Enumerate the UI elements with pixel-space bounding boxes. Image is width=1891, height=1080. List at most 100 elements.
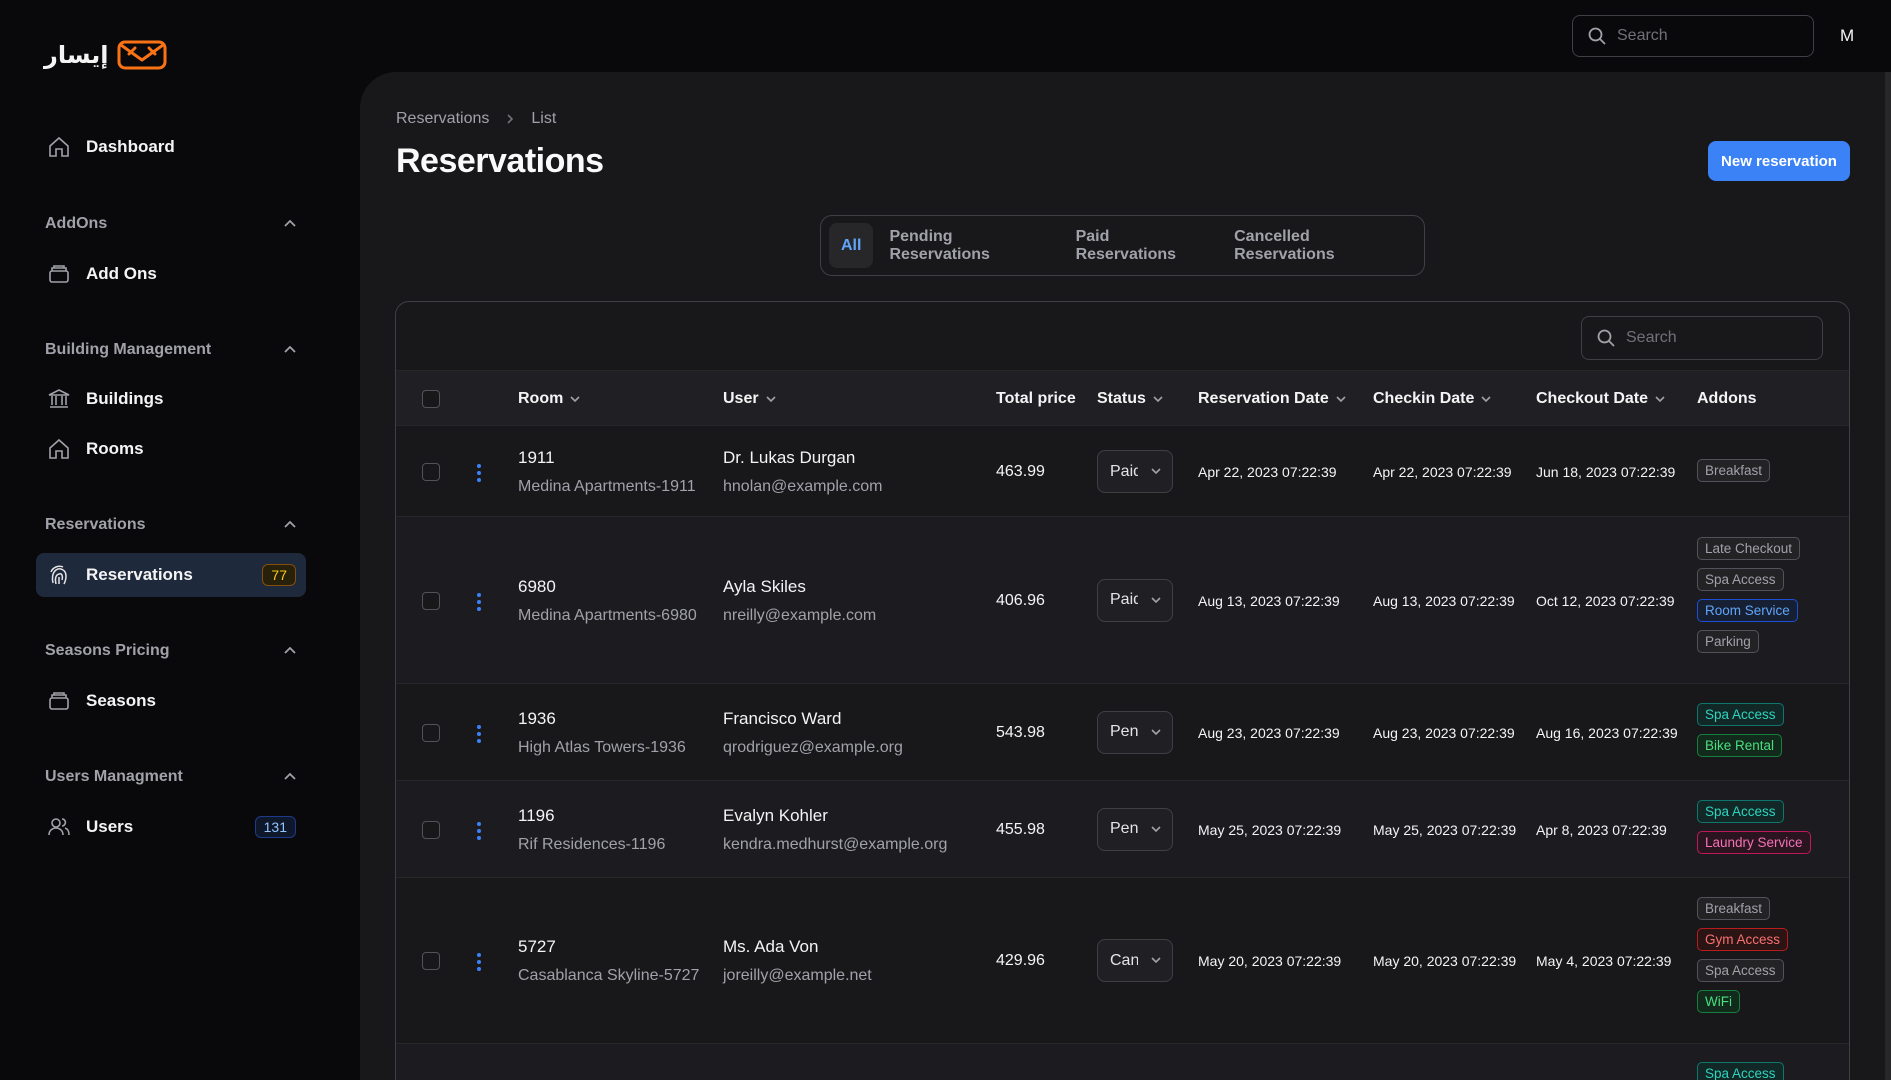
table-search-input[interactable]: Search: [1581, 316, 1823, 360]
tab-pending[interactable]: Pending Reservations: [877, 223, 1059, 268]
global-search-input[interactable]: Search: [1572, 15, 1814, 57]
row-actions-icon[interactable]: [476, 724, 482, 743]
column-header-checkout-date[interactable]: Checkout Date: [1536, 371, 1666, 427]
checkin-date: Aug 23, 2023 07:22:39: [1373, 724, 1515, 741]
tab-paid[interactable]: Paid Reservations: [1064, 223, 1219, 268]
sidebar-item-rooms[interactable]: Rooms: [36, 427, 306, 471]
user-name: Francisco Ward: [723, 708, 842, 728]
column-label: Status: [1097, 390, 1146, 407]
column-header-checkin-date[interactable]: Checkin Date: [1373, 371, 1492, 427]
row-checkbox[interactable]: [422, 723, 440, 742]
column-header-status[interactable]: Status: [1097, 371, 1164, 427]
status-value: Paid: [1110, 591, 1138, 608]
table-row[interactable]: Spa Access: [396, 1044, 1849, 1080]
page-title: Reservations: [396, 142, 604, 180]
sidebar-group-addons[interactable]: AddOns: [45, 215, 297, 233]
sidebar-item-add-ons[interactable]: Add Ons: [36, 252, 306, 296]
addon-badge: Spa Access: [1697, 1062, 1784, 1080]
row-actions-icon[interactable]: [476, 592, 482, 611]
column-label: Total price: [996, 390, 1076, 407]
column-header-reservation-date[interactable]: Reservation Date: [1198, 371, 1347, 427]
sidebar-group-seasons-pricing[interactable]: Seasons Pricing: [45, 642, 297, 660]
reservation-date: Aug 13, 2023 07:22:39: [1198, 592, 1340, 609]
total-price: 406.96: [996, 591, 1045, 609]
status-select[interactable]: Cancelled: [1097, 939, 1173, 982]
sidebar-item-label: Dashboard: [86, 137, 175, 156]
chevron-down-icon: [1151, 825, 1161, 832]
column-label: Addons: [1697, 390, 1757, 407]
column-header-user[interactable]: User: [723, 371, 777, 427]
chevron-down-icon: [1481, 396, 1491, 403]
table-row[interactable]: 5727 Casablanca Skyline-5727 Ms. Ada Von jo…: [396, 878, 1849, 1044]
home-icon: [46, 436, 72, 462]
addon-badge: Parking: [1697, 629, 1759, 653]
row-checkbox[interactable]: [422, 820, 440, 839]
table-header: Room User Total price Status Reservation…: [396, 370, 1849, 426]
addons-list: Spa Access: [1697, 1062, 1784, 1080]
room-number: 1936: [518, 708, 556, 728]
column-label: Reservation Date: [1198, 390, 1329, 407]
sidebar-group-users-managment[interactable]: Users Managment: [45, 768, 297, 786]
select-all-checkbox[interactable]: [422, 390, 440, 408]
sidebar-item-label: Rooms: [86, 439, 144, 458]
row-checkbox[interactable]: [422, 591, 440, 610]
checkout-date: Apr 8, 2023 07:22:39: [1536, 821, 1667, 838]
group-label: Seasons Pricing: [45, 642, 170, 659]
sidebar-item-seasons[interactable]: Seasons: [36, 679, 306, 723]
table-row[interactable]: 1911 Medina Apartments-1911 Dr. Lukas Durg…: [396, 427, 1849, 517]
home-icon: [46, 134, 72, 160]
app-logo[interactable]: إيسار: [44, 40, 167, 70]
scrollbar[interactable]: [1885, 72, 1891, 1080]
status-select[interactable]: Pending: [1097, 807, 1173, 851]
addon-badge: Spa Access: [1697, 799, 1784, 823]
status-select[interactable]: Pending: [1097, 710, 1173, 754]
user-avatar[interactable]: M: [1840, 26, 1854, 46]
sidebar-item-reservations[interactable]: Reservations 77: [36, 553, 306, 597]
column-label: Checkout Date: [1536, 390, 1649, 407]
chevron-up-icon: [284, 345, 296, 353]
group-label: Users Managment: [45, 768, 183, 785]
status-select[interactable]: Paid: [1097, 450, 1173, 493]
mail-logo-icon: [117, 40, 166, 70]
group-label: Building Management: [45, 341, 212, 358]
user-email: qrodriguez@example.org: [723, 738, 903, 756]
row-checkbox[interactable]: [422, 463, 440, 481]
addon-badge: Laundry Service: [1697, 830, 1811, 854]
table-row[interactable]: 1196 Rif Residences-1196 Evalyn Kohler kend…: [396, 781, 1849, 878]
row-checkbox[interactable]: [422, 952, 440, 970]
checkin-date: May 25, 2023 07:22:39: [1373, 821, 1517, 838]
sidebar-item-dashboard[interactable]: Dashboard: [36, 125, 306, 169]
status-value: Pending: [1110, 820, 1138, 837]
chevron-down-icon: [1151, 468, 1161, 475]
row-actions-icon[interactable]: [476, 953, 482, 971]
checkout-date: Oct 12, 2023 07:22:39: [1536, 592, 1675, 609]
sidebar-item-buildings[interactable]: Buildings: [36, 377, 306, 421]
chevron-down-icon: [1655, 396, 1665, 403]
room-number: 5727: [518, 937, 556, 956]
user-name: Evalyn Kohler: [723, 805, 828, 825]
sidebar-item-label: Buildings: [86, 389, 164, 408]
tab-all[interactable]: All: [829, 223, 874, 268]
chevron-down-icon: [570, 396, 580, 403]
status-select[interactable]: Paid: [1097, 578, 1173, 622]
main-panel: Reservations List Reservations New reser…: [360, 72, 1891, 1080]
search-placeholder: Search: [1626, 329, 1677, 346]
tab-cancelled[interactable]: Cancelled Reservations: [1222, 223, 1416, 268]
user-email: hnolan@example.com: [723, 478, 883, 495]
table-row[interactable]: 6980 Medina Apartments-6980 Ayla Skiles nre…: [396, 517, 1849, 684]
table-row[interactable]: 1936 High Atlas Towers-1936 Francisco Ward…: [396, 684, 1849, 781]
user-name: Ayla Skiles: [723, 576, 806, 596]
chevron-up-icon: [284, 219, 296, 227]
row-actions-icon[interactable]: [476, 821, 482, 840]
row-actions-icon[interactable]: [476, 464, 482, 482]
sidebar-group-reservations[interactable]: Reservations: [45, 516, 297, 534]
new-reservation-button[interactable]: New reservation: [1708, 141, 1850, 181]
archive-icon: [46, 261, 72, 287]
status-value: Paid: [1110, 462, 1138, 480]
column-header-room[interactable]: Room: [518, 371, 581, 427]
sidebar-group-building-management[interactable]: Building Management: [45, 341, 297, 359]
breadcrumb-link[interactable]: Reservations: [396, 110, 489, 128]
sidebar-item-users[interactable]: Users 131: [36, 805, 306, 849]
chevron-down-icon: [1153, 396, 1163, 403]
addons-list: Breakfast Gym Access Spa Access WiFi: [1697, 897, 1789, 1013]
